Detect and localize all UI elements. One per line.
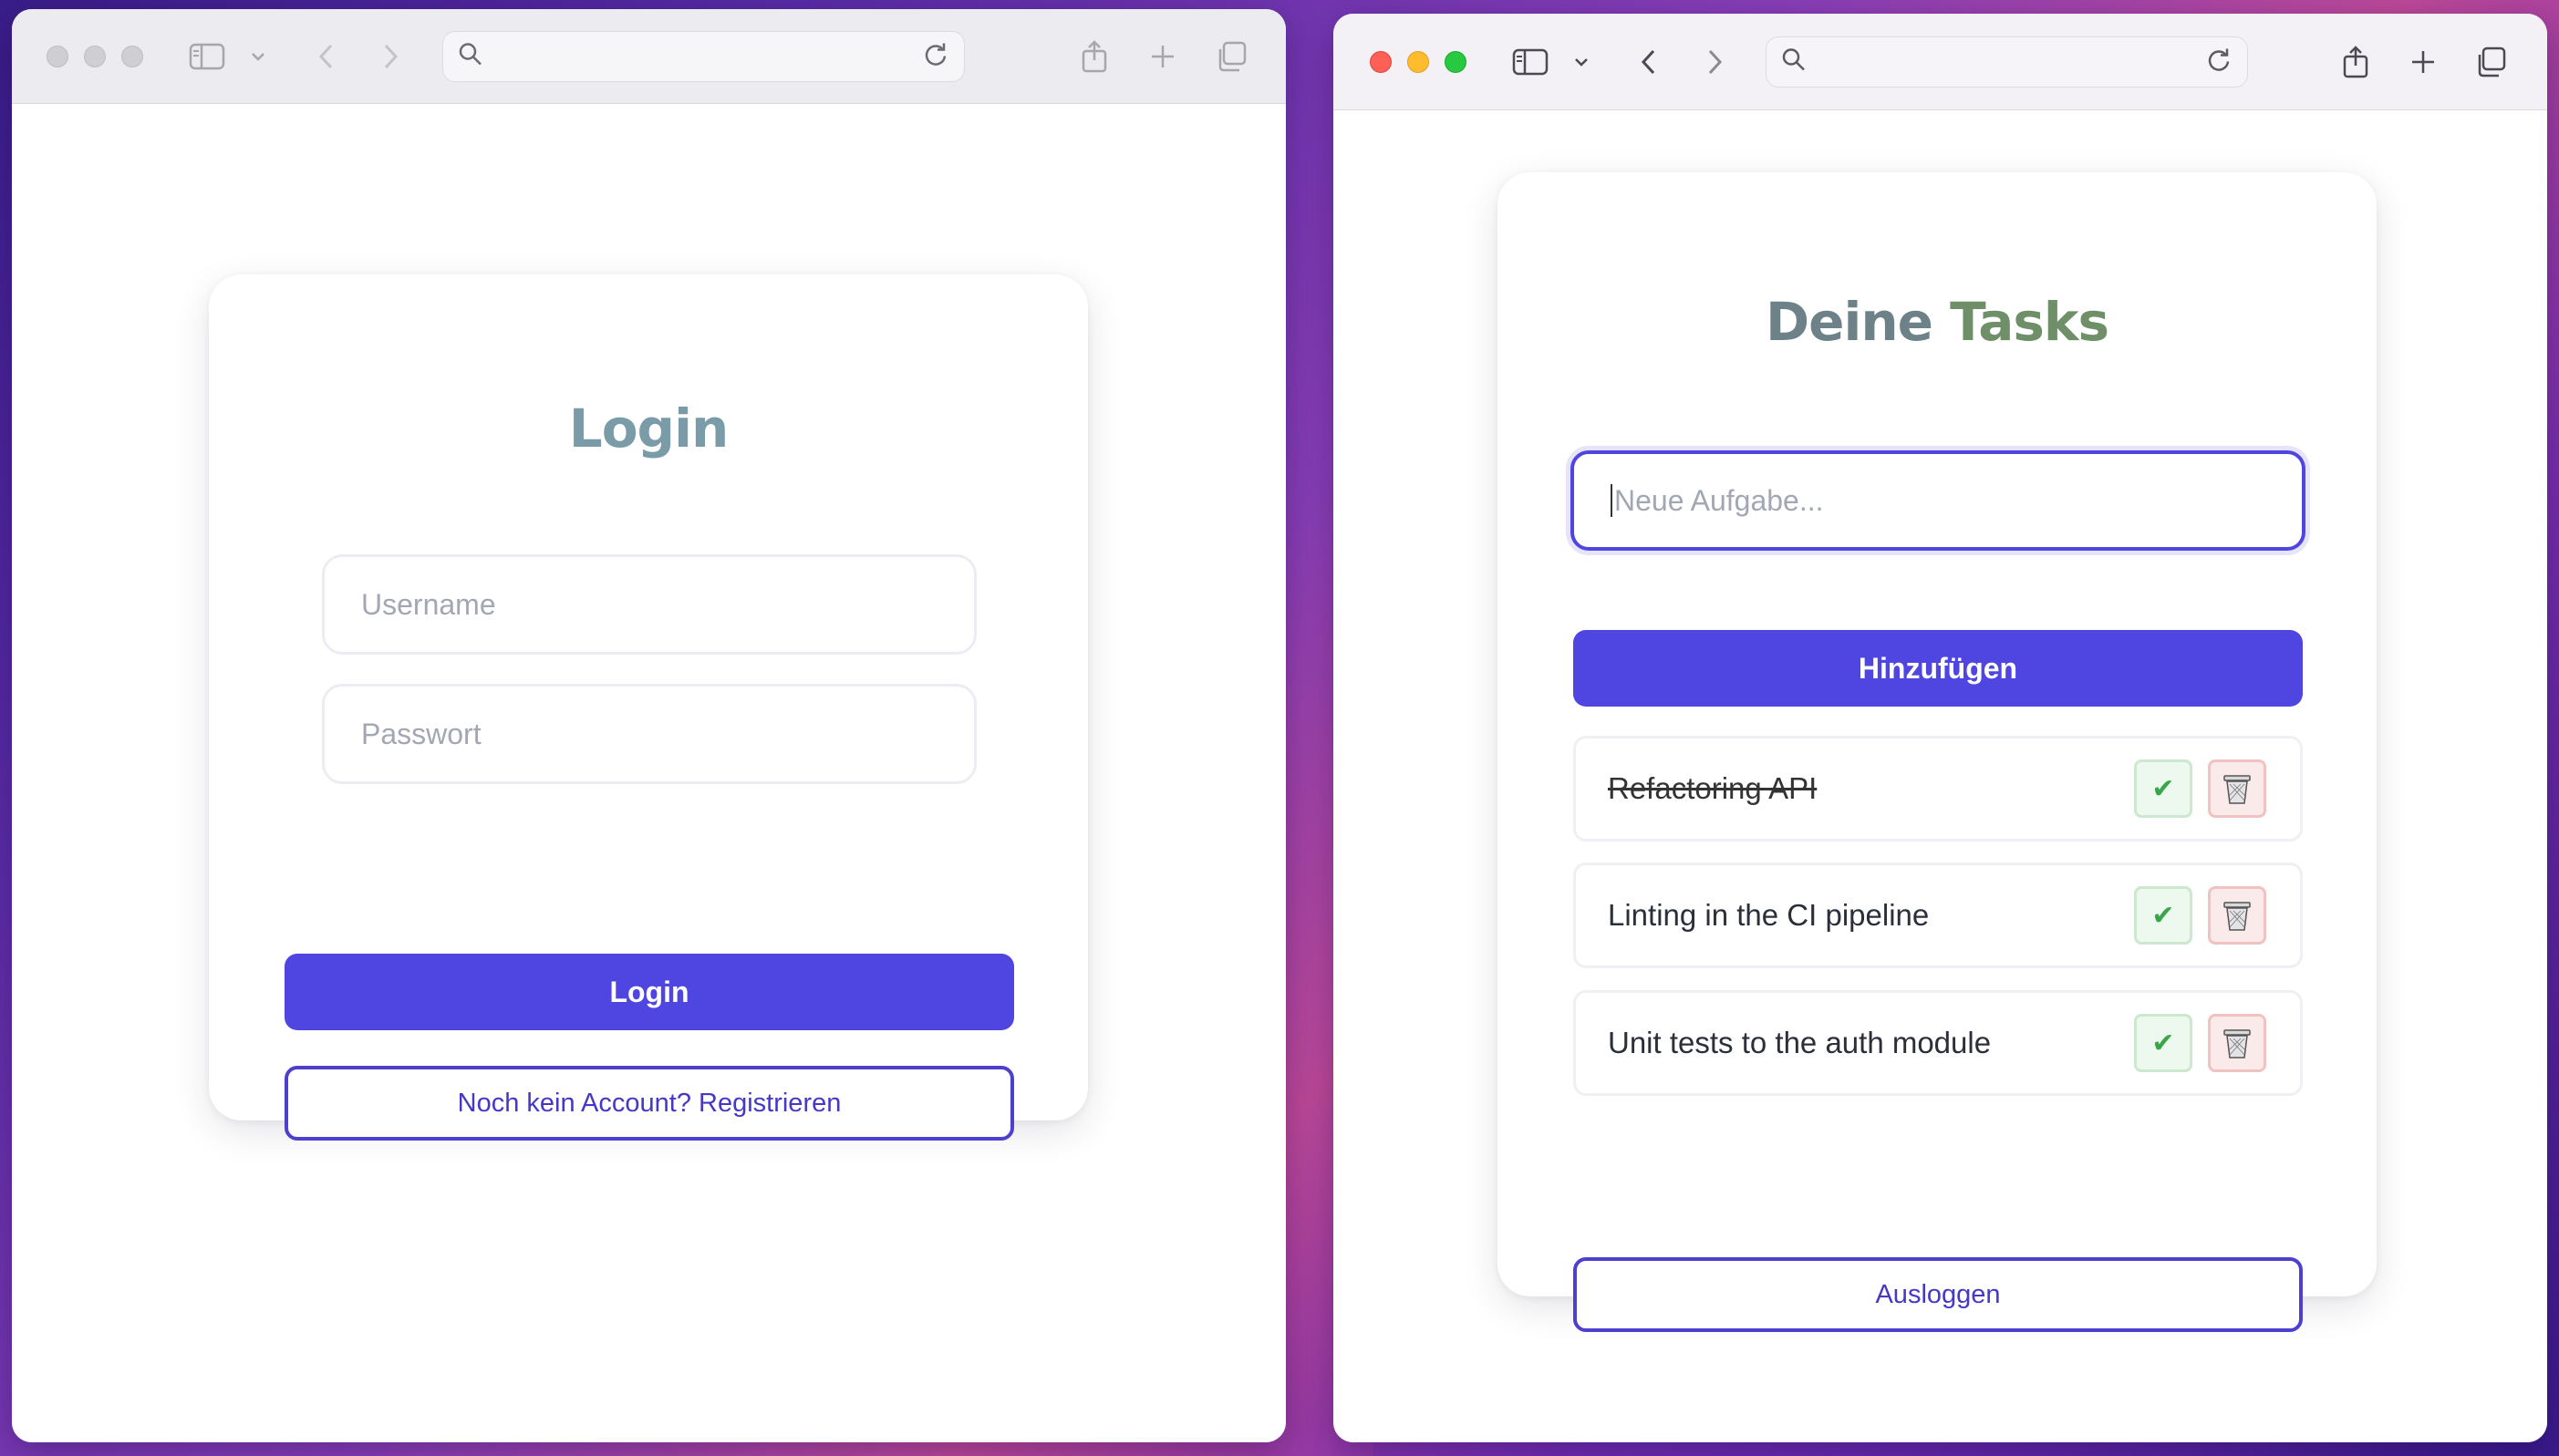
window-controls-inactive (47, 45, 143, 67)
search-icon (458, 41, 483, 71)
complete-task-button[interactable]: ✔ (2134, 759, 2192, 818)
text-cursor (1611, 484, 1612, 517)
login-card: Login Username Passwort Login Noch kein … (209, 274, 1088, 1141)
password-input[interactable]: Passwort (322, 684, 977, 784)
address-bar[interactable] (1766, 36, 2248, 88)
add-task-button[interactable]: Hinzufügen (1573, 630, 2303, 707)
task-text: Refactoring API (1608, 771, 1818, 805)
browser-window-login: Login Username Passwort Login Noch kein … (12, 9, 1286, 1442)
close-button[interactable] (1370, 50, 1392, 73)
new-task-input[interactable]: Neue Aufgabe... (1570, 450, 2305, 551)
checkmark-icon: ✔ (2151, 1027, 2175, 1058)
task-text: Linting in the CI pipeline (1608, 898, 1930, 932)
login-button[interactable]: Login (285, 954, 1014, 1030)
browser-window-tasks: Deine Tasks Neue Aufgabe... Hinzufügen R… (1333, 14, 2547, 1442)
task-item: Refactoring API ✔ (1573, 736, 2303, 842)
browser-toolbar (1333, 14, 2547, 110)
trash-icon (2223, 775, 2251, 804)
new-tab-icon[interactable] (1150, 44, 1176, 69)
reload-icon[interactable] (2207, 46, 2231, 77)
back-icon[interactable] (1640, 47, 1658, 77)
share-icon[interactable] (2342, 45, 2369, 78)
minimize-button[interactable] (84, 45, 106, 67)
chevron-down-icon[interactable] (1572, 56, 1590, 68)
logout-button[interactable]: Ausloggen (1573, 1257, 2303, 1332)
tasks-title: Deine Tasks (1497, 291, 2377, 353)
checkmark-icon: ✔ (2151, 900, 2175, 931)
complete-task-button[interactable]: ✔ (2134, 1014, 2192, 1072)
checkmark-icon: ✔ (2151, 773, 2175, 804)
page-content: Login Username Passwort Login Noch kein … (12, 104, 1286, 1442)
delete-task-button[interactable] (2208, 759, 2266, 818)
new-task-placeholder: Neue Aufgabe... (1614, 483, 1824, 517)
tasks-card: Deine Tasks Neue Aufgabe... Hinzufügen R… (1497, 172, 2377, 1332)
username-input[interactable]: Username (322, 554, 977, 655)
close-button[interactable] (47, 45, 68, 67)
trash-icon (2223, 1029, 2251, 1058)
sidebar-icon[interactable] (189, 43, 225, 70)
sidebar-icon[interactable] (1512, 48, 1549, 76)
tabs-overview-icon[interactable] (1216, 41, 1247, 72)
tasks-title-part2: Tasks (1950, 291, 2109, 353)
task-text: Unit tests to the auth module (1608, 1026, 1992, 1059)
register-button[interactable]: Noch kein Account? Registrieren (285, 1066, 1014, 1141)
forward-icon[interactable] (1705, 47, 1724, 77)
page-content: Deine Tasks Neue Aufgabe... Hinzufügen R… (1333, 110, 2547, 1442)
minimize-button[interactable] (1407, 50, 1429, 73)
back-icon[interactable] (317, 42, 336, 71)
delete-task-button[interactable] (2208, 1014, 2266, 1072)
zoom-button[interactable] (1445, 50, 1466, 73)
zoom-button[interactable] (121, 45, 143, 67)
address-bar[interactable] (442, 30, 965, 82)
task-item: Linting in the CI pipeline ✔ (1573, 862, 2303, 968)
window-controls (1370, 50, 1466, 73)
new-tab-icon[interactable] (2410, 49, 2436, 75)
reload-icon[interactable] (924, 41, 948, 71)
login-title: Login (568, 398, 730, 460)
tasks-title-part1: Deine (1765, 291, 1933, 353)
task-item: Unit tests to the auth module ✔ (1573, 990, 2303, 1096)
share-icon[interactable] (1081, 39, 1108, 73)
browser-toolbar (12, 9, 1286, 104)
forward-icon[interactable] (381, 42, 399, 71)
tabs-overview-icon[interactable] (2475, 46, 2506, 77)
complete-task-button[interactable]: ✔ (2134, 886, 2192, 945)
search-icon (1781, 46, 1807, 77)
trash-icon (2223, 902, 2251, 931)
chevron-down-icon[interactable] (249, 50, 267, 63)
delete-task-button[interactable] (2208, 886, 2266, 945)
